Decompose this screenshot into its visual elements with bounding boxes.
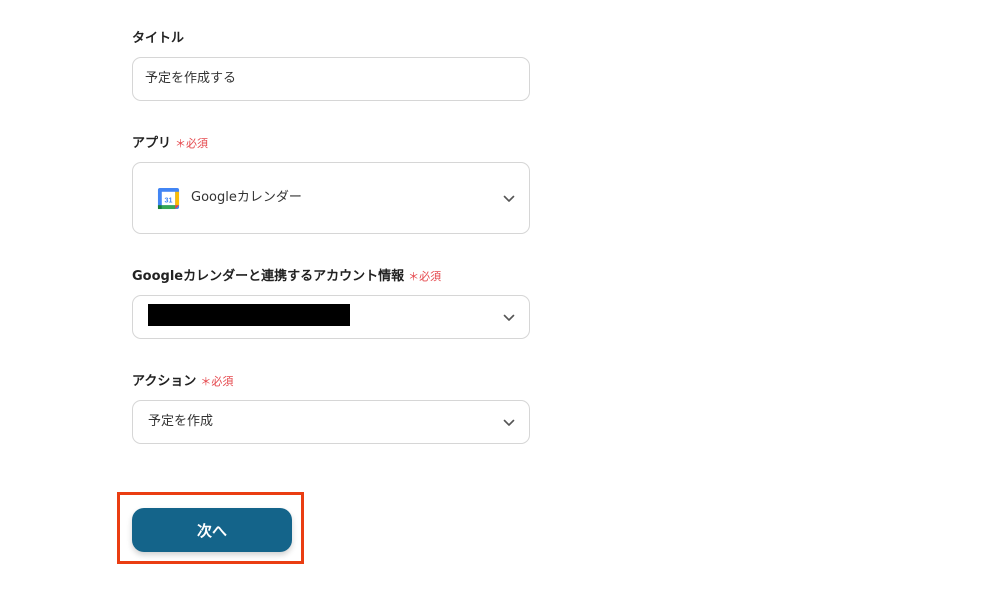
- account-select[interactable]: [132, 295, 530, 339]
- chevron-down-icon: [503, 419, 515, 426]
- settings-form-page: タイトル 予定を作成する アプリ ＊必須 31 Googleカレンダー Googl…: [0, 0, 984, 614]
- next-button[interactable]: 次へ: [132, 508, 292, 552]
- action-label-text: アクション: [132, 374, 197, 389]
- redacted-account-value: [148, 304, 350, 326]
- app-required-text: 必須: [186, 137, 209, 150]
- app-select-value: Googleカレンダー: [191, 190, 302, 205]
- title-label-text: タイトル: [132, 31, 185, 46]
- chevron-down-icon: [503, 195, 515, 202]
- app-required-badge: ＊必須: [175, 137, 209, 150]
- app-select[interactable]: 31 Googleカレンダー: [132, 162, 530, 234]
- title-label: タイトル: [132, 30, 184, 48]
- account-label: Googleカレンダーと連携するアカウント情報 ＊必須: [132, 268, 441, 286]
- account-required-text: 必須: [419, 270, 442, 283]
- action-required-badge: ＊必須: [200, 375, 234, 388]
- title-input[interactable]: 予定を作成する: [132, 57, 530, 101]
- action-label: アクション ＊必須: [132, 373, 233, 391]
- google-calendar-icon: 31: [157, 187, 180, 210]
- chevron-down-icon: [503, 314, 515, 321]
- action-select-value: 予定を作成: [148, 414, 214, 429]
- app-label-text: アプリ: [132, 136, 172, 151]
- account-label-text: Googleカレンダーと連携するアカウント情報: [132, 269, 405, 284]
- action-select[interactable]: 予定を作成: [132, 400, 530, 444]
- account-required-badge: ＊必須: [408, 270, 442, 283]
- svg-text:31: 31: [165, 196, 173, 204]
- action-required-text: 必須: [211, 375, 234, 388]
- app-label: アプリ ＊必須: [132, 135, 208, 153]
- title-input-value: 予定を作成する: [145, 71, 237, 86]
